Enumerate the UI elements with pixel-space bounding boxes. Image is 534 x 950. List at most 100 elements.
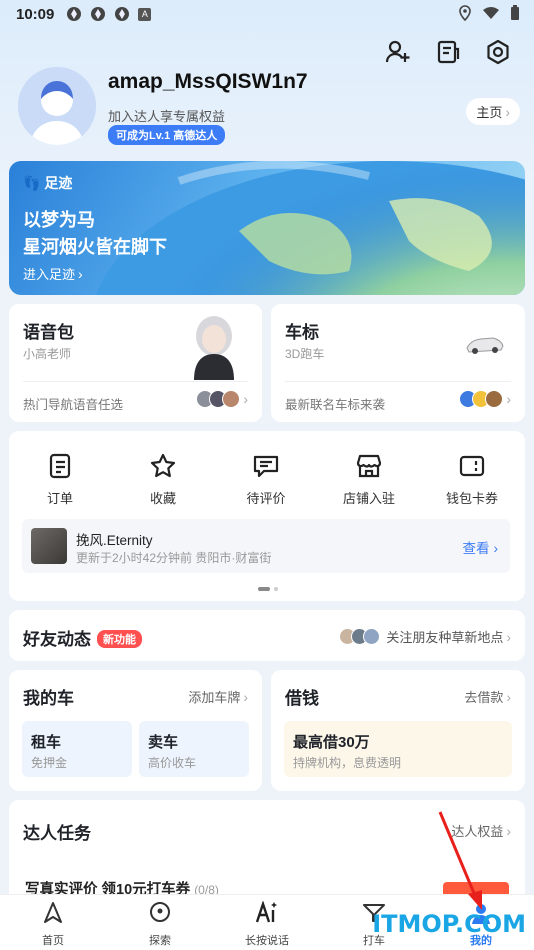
loan-tile-title: 最高借30万 bbox=[293, 734, 370, 751]
sell-car-tile[interactable]: 卖车 高价收车 bbox=[139, 721, 249, 777]
recent-detail: 更新于2小时42分钟前 贵阳市·财富街 bbox=[76, 551, 272, 565]
app-notification-icon bbox=[115, 7, 130, 21]
page-dot bbox=[274, 587, 278, 591]
settings-button[interactable] bbox=[484, 38, 512, 66]
banner-cta[interactable]: 进入足迹 › bbox=[23, 264, 83, 283]
loan-title: 借钱 bbox=[285, 689, 319, 708]
shortcut-label: 收藏 bbox=[149, 491, 176, 506]
chevron-right-icon: › bbox=[493, 541, 499, 556]
star-icon bbox=[150, 453, 176, 478]
new-feature-badge: 新功能 bbox=[97, 630, 142, 648]
annotation-arrow bbox=[438, 811, 482, 910]
tab-label: 长按说话 bbox=[245, 935, 289, 947]
friends-title-label: 好友动态 bbox=[23, 630, 91, 649]
tasks-title: 达人任务 bbox=[23, 824, 91, 843]
borrow-label: 去借款 bbox=[464, 690, 504, 705]
recent-view-button[interactable]: 查看 › bbox=[463, 537, 499, 557]
recent-view-label: 查看 bbox=[462, 541, 490, 556]
add-plate-button[interactable]: 添加车牌 › bbox=[188, 687, 248, 706]
notes-button[interactable] bbox=[434, 38, 462, 66]
add-plate-label: 添加车牌 bbox=[188, 690, 241, 705]
level-badge[interactable]: 可成为Lv.1 高德达人 bbox=[108, 125, 226, 145]
chevron-right-icon: › bbox=[243, 391, 248, 407]
gear-icon bbox=[487, 39, 509, 65]
banner-tag-label: 足迹 bbox=[44, 175, 73, 191]
voice-pack-card[interactable]: 语音包 小高老师 热门导航语音任选 › bbox=[9, 304, 262, 422]
banner-tag: 👣 足迹 bbox=[23, 173, 72, 193]
my-car-card: 我的车 添加车牌 › 租车 免押金 卖车 高价收车 bbox=[9, 670, 262, 791]
footprint-icon: 👣 bbox=[23, 175, 41, 191]
rent-car-sub: 免押金 bbox=[31, 756, 68, 770]
avatar bbox=[363, 628, 381, 645]
loan-tile-sub: 持牌机构，息费透明 bbox=[293, 756, 402, 770]
home-page-button[interactable]: 主页 › bbox=[466, 98, 520, 125]
home-page-label: 主页 bbox=[476, 105, 503, 120]
chevron-right-icon: › bbox=[78, 266, 83, 282]
app-notification-icon bbox=[67, 7, 82, 21]
shortcut-orders[interactable]: 订单 bbox=[20, 450, 100, 507]
tab-explore[interactable]: 探索 bbox=[120, 901, 200, 948]
voice-pack-subtitle: 小高老师 bbox=[23, 347, 72, 361]
status-time: 10:09 bbox=[16, 5, 55, 23]
tab-label: 探索 bbox=[149, 935, 171, 947]
friends-right: 关注朋友种草新地点 › bbox=[339, 627, 511, 646]
tab-label: 首页 bbox=[42, 935, 64, 947]
location-status-icon bbox=[459, 5, 471, 21]
car-logo-card[interactable]: 车标 3D跑车 最新联名车标来袭 › bbox=[271, 304, 525, 422]
friends-feed-card[interactable]: 好友动态 新功能 关注朋友种草新地点 › bbox=[9, 610, 525, 661]
sports-car-image bbox=[466, 337, 504, 354]
borrow-button[interactable]: 去借款 › bbox=[464, 687, 511, 706]
profile-subtitle: 加入达人享专属权益 bbox=[108, 109, 226, 124]
divider bbox=[23, 381, 248, 382]
status-bar: 10:09 A bbox=[0, 0, 534, 28]
chevron-right-icon: › bbox=[505, 104, 510, 120]
order-icon bbox=[49, 453, 71, 479]
recent-thumbnail bbox=[31, 528, 67, 564]
banner-line2: 星河烟火皆在脚下 bbox=[23, 237, 167, 257]
car-logo-avatars: › bbox=[459, 390, 511, 408]
divider bbox=[285, 381, 511, 382]
car-logo-title: 车标 bbox=[285, 323, 319, 342]
avatar[interactable] bbox=[18, 67, 96, 145]
shortcut-label: 订单 bbox=[46, 491, 73, 506]
sell-car-title: 卖车 bbox=[148, 734, 179, 751]
car-logo-subtitle: 3D跑车 bbox=[285, 347, 325, 361]
footprint-banner[interactable]: 👣 足迹 以梦为马 星河烟火皆在脚下 进入足迹 › bbox=[9, 161, 525, 295]
navigate-icon bbox=[44, 902, 62, 923]
banner-line1: 以梦为马 bbox=[23, 210, 95, 230]
store-icon bbox=[356, 454, 382, 478]
recent-activity[interactable]: 挽风.Eternity 更新于2小时42分钟前 贵阳市·财富街 查看 › bbox=[22, 519, 510, 573]
my-car-title: 我的车 bbox=[23, 689, 74, 708]
shortcut-pending-review[interactable]: 待评价 bbox=[226, 450, 306, 507]
add-user-icon bbox=[385, 40, 410, 63]
wifi-icon bbox=[483, 7, 499, 19]
friends-right-label: 关注朋友种草新地点 bbox=[386, 630, 504, 645]
page-dot-active bbox=[258, 587, 270, 591]
loan-tile[interactable]: 最高借30万 持牌机构，息费透明 bbox=[284, 721, 512, 777]
top-actions bbox=[384, 38, 512, 66]
shortcut-wallet[interactable]: 钱包卡券 bbox=[432, 450, 512, 507]
avatar bbox=[222, 390, 241, 408]
chevron-right-icon: › bbox=[506, 391, 511, 407]
add-friend-button[interactable] bbox=[384, 38, 412, 66]
location-icon bbox=[150, 902, 170, 922]
tab-home[interactable]: 首页 bbox=[13, 901, 93, 948]
chevron-right-icon: › bbox=[506, 823, 511, 839]
recent-name: 挽风.Eternity bbox=[76, 533, 153, 548]
voice-pack-footer: 热门导航语音任选 bbox=[23, 398, 124, 412]
sell-car-sub: 高价收车 bbox=[148, 756, 197, 770]
shortcut-label: 钱包卡券 bbox=[445, 491, 498, 506]
shortcut-favorites[interactable]: 收藏 bbox=[123, 450, 203, 507]
avatar bbox=[485, 390, 504, 408]
wallet-icon bbox=[459, 455, 485, 477]
rent-car-tile[interactable]: 租车 免押金 bbox=[22, 721, 132, 777]
chevron-right-icon: › bbox=[506, 628, 511, 645]
a-notification-icon: A bbox=[138, 7, 152, 21]
watermark: ITMOP.COM bbox=[372, 910, 526, 938]
tab-voice[interactable]: 长按说话 bbox=[227, 900, 307, 948]
car-logo-footer: 最新联名车标来袭 bbox=[285, 398, 386, 412]
rent-car-title: 租车 bbox=[31, 734, 62, 751]
voice-avatars: › bbox=[196, 390, 248, 408]
shortcut-store[interactable]: 店铺入驻 bbox=[329, 450, 409, 507]
battery-icon bbox=[511, 5, 519, 20]
